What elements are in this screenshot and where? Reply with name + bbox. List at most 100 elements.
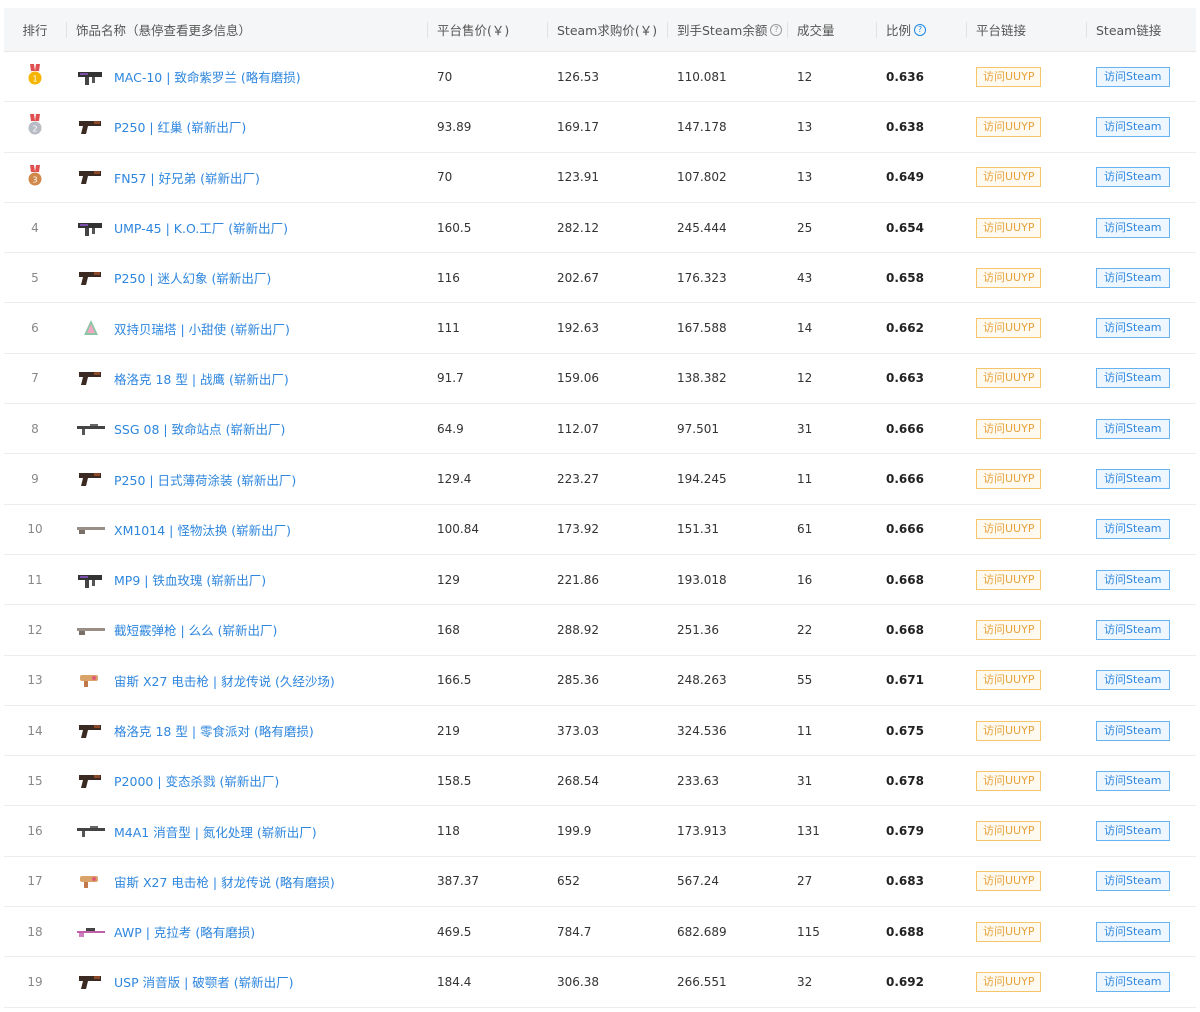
steam-buy-price: 652 — [557, 874, 580, 889]
visit-steam-button[interactable]: 访问Steam — [1096, 267, 1170, 288]
visit-steam-button[interactable]: 访问Steam — [1096, 217, 1170, 238]
visit-steam-button[interactable]: 访问Steam — [1096, 116, 1170, 137]
item-name-cell[interactable]: P250 | 日式薄荷涂装 (崭新出厂) — [76, 454, 426, 503]
header-volume[interactable]: 成交量 — [797, 8, 835, 51]
item-name-cell[interactable]: P250 | 红巢 (崭新出厂) — [76, 102, 426, 151]
visit-uuyp-button[interactable]: 访问UUYP — [976, 720, 1042, 741]
item-name-link[interactable]: AWP | 克拉考 (略有磨损) — [114, 922, 255, 941]
visit-uuyp-button[interactable]: 访问UUYP — [976, 569, 1042, 590]
visit-uuyp-button[interactable]: 访问UUYP — [976, 971, 1042, 992]
rank-number: 16 — [27, 824, 43, 839]
item-name-link[interactable]: MAC-10 | 致命紫罗兰 (略有磨损) — [114, 67, 301, 86]
item-name-link[interactable]: 截短霰弹枪 | 么么 (崭新出厂) — [114, 620, 277, 639]
help-icon[interactable]: ? — [914, 23, 927, 36]
visit-steam-button[interactable]: 访问Steam — [1096, 670, 1170, 691]
svg-text:2: 2 — [32, 125, 37, 134]
item-name-link[interactable]: FN57 | 好兄弟 (崭新出厂) — [114, 168, 260, 187]
visit-uuyp-button[interactable]: 访问UUYP — [976, 921, 1042, 942]
visit-uuyp-button[interactable]: 访问UUYP — [976, 871, 1042, 892]
smg-icon — [76, 219, 106, 237]
item-name-link[interactable]: XM1014 | 怪物汰换 (崭新出厂) — [114, 520, 291, 539]
item-name-link[interactable]: 格洛克 18 型 | 战鹰 (崭新出厂) — [114, 369, 289, 388]
item-name-link[interactable]: 宙斯 X27 电击枪 | 豺龙传说 (久经沙场) — [114, 671, 335, 690]
visit-steam-button[interactable]: 访问Steam — [1096, 871, 1170, 892]
steam-buy-price: 285.36 — [557, 673, 599, 688]
visit-steam-button[interactable]: 访问Steam — [1096, 720, 1170, 741]
visit-steam-button[interactable]: 访问Steam — [1096, 619, 1170, 640]
item-name-cell[interactable]: 双持贝瑞塔 | 小甜使 (崭新出厂) — [76, 303, 426, 352]
item-name-cell[interactable]: SSG 08 | 致命站点 (崭新出厂) — [76, 404, 426, 453]
item-name-cell[interactable]: 格洛克 18 型 | 战鹰 (崭新出厂) — [76, 354, 426, 403]
item-name-link[interactable]: SSG 08 | 致命站点 (崭新出厂) — [114, 419, 285, 438]
item-name-cell[interactable]: P250 | 迷人幻象 (崭新出厂) — [76, 253, 426, 302]
item-name-cell[interactable]: M4A1 消音型 | 氮化处理 (崭新出厂) — [76, 806, 426, 855]
item-name-link[interactable]: P250 | 日式薄荷涂装 (崭新出厂) — [114, 470, 296, 489]
visit-steam-button[interactable]: 访问Steam — [1096, 770, 1170, 791]
header-balance[interactable]: 到手Steam余额? — [677, 8, 783, 51]
platform-price: 64.9 — [437, 421, 464, 436]
visit-uuyp-button[interactable]: 访问UUYP — [976, 519, 1042, 540]
item-name-cell[interactable]: 宙斯 X27 电击枪 | 豺龙传说 (略有磨损) — [76, 857, 426, 906]
ratio-value: 0.683 — [886, 874, 924, 889]
visit-uuyp-button[interactable]: 访问UUYP — [976, 619, 1042, 640]
visit-uuyp-button[interactable]: 访问UUYP — [976, 418, 1042, 439]
item-name-cell[interactable]: MP9 | 铁血玫瑰 (崭新出厂) — [76, 555, 426, 604]
visit-uuyp-button[interactable]: 访问UUYP — [976, 821, 1042, 842]
item-name-cell[interactable]: AWP | 克拉考 (略有磨损) — [76, 907, 426, 956]
visit-uuyp-button[interactable]: 访问UUYP — [976, 267, 1042, 288]
visit-steam-button[interactable]: 访问Steam — [1096, 971, 1170, 992]
item-name-link[interactable]: 宙斯 X27 电击枪 | 豺龙传说 (略有磨损) — [114, 872, 335, 891]
item-name-cell[interactable]: XM1014 | 怪物汰换 (崭新出厂) — [76, 505, 426, 554]
item-name-link[interactable]: 双持贝瑞塔 | 小甜使 (崭新出厂) — [114, 319, 290, 338]
platform-price: 91.7 — [437, 371, 464, 386]
visit-uuyp-button[interactable]: 访问UUYP — [976, 116, 1042, 137]
visit-steam-button[interactable]: 访问Steam — [1096, 318, 1170, 339]
item-name-cell[interactable]: P2000 | 变态杀戮 (崭新出厂) — [76, 756, 426, 805]
item-name-link[interactable]: 格洛克 18 型 | 零食派对 (略有磨损) — [114, 721, 314, 740]
item-name-link[interactable]: P250 | 迷人幻象 (崭新出厂) — [114, 268, 271, 287]
steam-buy-price: 159.06 — [557, 371, 599, 386]
visit-uuyp-button[interactable]: 访问UUYP — [976, 469, 1042, 490]
item-name-cell[interactable]: MAC-10 | 致命紫罗兰 (略有磨损) — [76, 52, 426, 101]
visit-steam-button[interactable]: 访问Steam — [1096, 368, 1170, 389]
visit-uuyp-button[interactable]: 访问UUYP — [976, 368, 1042, 389]
visit-uuyp-button[interactable]: 访问UUYP — [976, 217, 1042, 238]
table-row: 2 P250 | 红巢 (崭新出厂) 93.89 169.17 147.178 13 0.6… — [4, 102, 1196, 153]
item-name-cell[interactable]: UMP-45 | K.O.工厂 (崭新出厂) — [76, 203, 426, 252]
header-ratio[interactable]: 比例? — [886, 8, 927, 51]
item-name-link[interactable]: MP9 | 铁血玫瑰 (崭新出厂) — [114, 570, 266, 589]
header-price[interactable]: 平台售价(￥) — [437, 8, 509, 51]
item-name-link[interactable]: P2000 | 变态杀戮 (崭新出厂) — [114, 771, 279, 790]
visit-steam-button[interactable]: 访问Steam — [1096, 167, 1170, 188]
visit-steam-button[interactable]: 访问Steam — [1096, 519, 1170, 540]
platform-link-cell: 访问UUYP — [976, 605, 1042, 654]
item-name-cell[interactable]: 格洛克 18 型 | 零食派对 (略有磨损) — [76, 706, 426, 755]
table-header: 排行 饰品名称（悬停查看更多信息） 平台售价(￥) Steam求购价(￥) 到手… — [4, 8, 1196, 52]
visit-steam-button[interactable]: 访问Steam — [1096, 469, 1170, 490]
visit-uuyp-button[interactable]: 访问UUYP — [976, 770, 1042, 791]
platform-link-cell: 访问UUYP — [976, 354, 1042, 403]
item-name-cell[interactable]: 截短霰弹枪 | 么么 (崭新出厂) — [76, 605, 426, 654]
visit-uuyp-button[interactable]: 访问UUYP — [976, 318, 1042, 339]
help-icon[interactable]: ? — [770, 23, 783, 36]
item-name-link[interactable]: UMP-45 | K.O.工厂 (崭新出厂) — [114, 218, 288, 237]
visit-uuyp-button[interactable]: 访问UUYP — [976, 670, 1042, 691]
item-name-cell[interactable]: FN57 | 好兄弟 (崭新出厂) — [76, 153, 426, 202]
item-name-link[interactable]: M4A1 消音型 | 氮化处理 (崭新出厂) — [114, 822, 317, 841]
visit-steam-button[interactable]: 访问Steam — [1096, 418, 1170, 439]
visit-uuyp-button[interactable]: 访问UUYP — [976, 66, 1042, 87]
platform-price: 387.37 — [437, 874, 479, 889]
item-name-cell[interactable]: 宙斯 X27 电击枪 | 豺龙传说 (久经沙场) — [76, 656, 426, 705]
rank-number: 14 — [27, 723, 43, 738]
item-name-link[interactable]: USP 消音版 | 破颚者 (崭新出厂) — [114, 972, 293, 991]
rank-cell: 2 — [4, 102, 66, 151]
visit-steam-button[interactable]: 访问Steam — [1096, 66, 1170, 87]
item-name-cell[interactable]: USP 消音版 | 破颚者 (崭新出厂) — [76, 957, 426, 1006]
visit-steam-button[interactable]: 访问Steam — [1096, 569, 1170, 590]
pistol-icon — [76, 369, 106, 387]
item-name-link[interactable]: P250 | 红巢 (崭新出厂) — [114, 117, 246, 136]
visit-uuyp-button[interactable]: 访问UUYP — [976, 167, 1042, 188]
visit-steam-button[interactable]: 访问Steam — [1096, 921, 1170, 942]
visit-steam-button[interactable]: 访问Steam — [1096, 821, 1170, 842]
header-steam-buy[interactable]: Steam求购价(￥) — [557, 8, 657, 51]
